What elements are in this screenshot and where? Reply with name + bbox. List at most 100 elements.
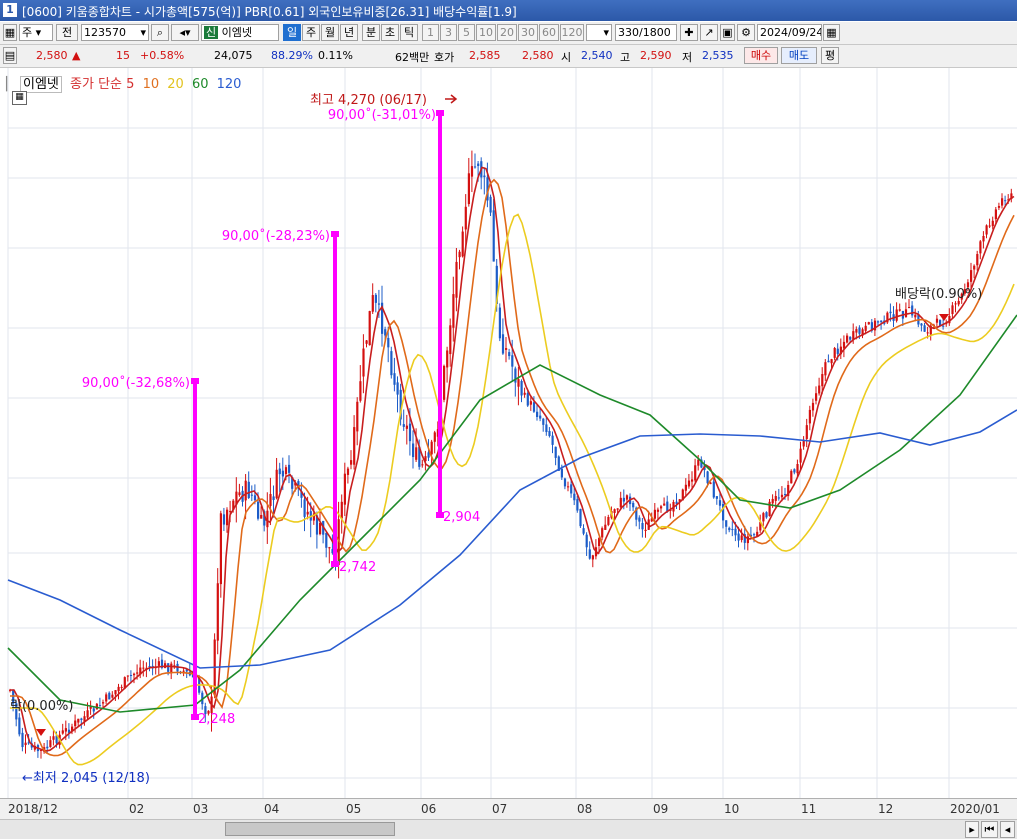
candle-body <box>889 311 892 314</box>
interval-1[interactable]: 1 <box>422 24 439 41</box>
candle-body <box>86 710 89 718</box>
chart-area[interactable]: 90,00˚(-32,68%) 2,248 90,00˚(-28,23%) 2,742… <box>0 68 1017 820</box>
candle-body <box>539 415 542 419</box>
menu-grip-icon[interactable]: ▦ <box>3 24 17 41</box>
interval-5[interactable]: 5 <box>458 24 475 41</box>
gear-icon[interactable]: ⚙ <box>737 24 755 41</box>
zoom-in-icon[interactable]: ✚ <box>680 24 698 41</box>
low-label: 저 <box>682 51 693 64</box>
candle-body <box>21 732 24 748</box>
candle-body <box>523 392 526 395</box>
candle-body <box>238 492 241 496</box>
stock-name-field[interactable]: 신 이엠넷 <box>201 24 279 41</box>
candle-body <box>731 529 734 531</box>
open-label: 시 <box>561 51 572 64</box>
sound-icon[interactable]: ◂▾ <box>171 24 199 41</box>
scroll-right-icon[interactable]: ▸ <box>965 821 979 838</box>
search-icon[interactable]: ⌕ <box>151 24 169 41</box>
candle-body <box>551 435 554 445</box>
period-month[interactable]: 월 <box>321 24 339 41</box>
x-label: 10 <box>724 802 740 816</box>
candle-body <box>319 522 322 535</box>
interval-dropdown[interactable]: ▾ <box>586 24 612 41</box>
candle-body <box>250 494 253 496</box>
open-price: 2,540 <box>581 49 613 62</box>
stock-code-input[interactable]: 123570 ▾ <box>81 24 149 41</box>
candle-body <box>430 441 433 455</box>
interval-20[interactable]: 20 <box>497 24 517 41</box>
candle-body <box>474 166 477 168</box>
period-week[interactable]: 주 <box>302 24 320 41</box>
prev-button[interactable]: 전 <box>56 24 78 41</box>
candle-body <box>607 517 610 525</box>
candle-body <box>46 746 49 749</box>
average-button[interactable]: 평 <box>821 47 839 64</box>
period-day[interactable]: 일 <box>283 24 301 41</box>
candle-body <box>257 501 260 519</box>
candle-body <box>458 251 461 258</box>
candle-body <box>526 393 529 406</box>
interval-60[interactable]: 60 <box>539 24 559 41</box>
toolbar-row-1: ▦ 주 ▾ 전 123570 ▾ ⌕ ◂▾ 신 이엠넷 일 주 월 년 분 초 틱… <box>0 22 1017 45</box>
drop-3-low-label: 2,904 <box>443 510 480 525</box>
x-label: 2020/01 <box>950 802 1000 816</box>
price-chart[interactable]: 90,00˚(-32,68%) 2,248 90,00˚(-28,23%) 2,742… <box>0 68 1017 798</box>
candle-body <box>365 340 368 344</box>
candle-body <box>362 348 365 377</box>
interval-10[interactable]: 10 <box>476 24 496 41</box>
calendar-icon[interactable]: ▦ <box>823 24 840 41</box>
draw-line-icon[interactable]: ↗ <box>700 24 718 41</box>
period-minute[interactable]: 분 <box>362 24 380 41</box>
candle-body <box>325 532 328 548</box>
save-icon[interactable]: ▣ <box>720 24 735 41</box>
chart-scrollbar[interactable]: ▸ ⏮ ◂ <box>0 819 1017 839</box>
count-field[interactable]: 330/1800 <box>615 24 677 41</box>
bid-price: 2,580 <box>522 49 554 62</box>
date-field[interactable]: 2024/09/24 <box>757 24 822 41</box>
scroll-thumb[interactable] <box>225 822 395 836</box>
candle-body <box>796 464 799 474</box>
interval-120[interactable]: 120 <box>560 24 584 41</box>
ma5-line <box>10 166 1015 752</box>
quote-toggle-icon[interactable]: ▤ <box>3 47 17 64</box>
candle-body <box>449 325 452 355</box>
candle-body <box>830 359 833 364</box>
interval-3[interactable]: 3 <box>440 24 457 41</box>
drop-2-low-label: 2,742 <box>339 560 376 575</box>
candle-body <box>591 555 594 560</box>
period-tick[interactable]: 틱 <box>400 24 418 41</box>
candle-body <box>632 502 635 508</box>
candle-body <box>278 468 281 475</box>
candle-body <box>619 497 622 508</box>
sell-button[interactable]: 매도 <box>781 47 817 64</box>
candle-body <box>895 309 898 321</box>
candle-body <box>492 210 495 262</box>
candle-body <box>511 355 514 367</box>
scroll-start-icon[interactable]: ⏮ <box>981 821 998 838</box>
candle-body <box>260 515 263 519</box>
period-second[interactable]: 초 <box>381 24 399 41</box>
scroll-prev-icon[interactable]: ◂ <box>1000 821 1015 838</box>
candle-body <box>393 373 396 385</box>
candle-body <box>92 708 95 712</box>
candle-body <box>328 547 331 549</box>
candle-body <box>157 661 160 666</box>
candle-body <box>985 225 988 235</box>
candle-body <box>715 496 718 499</box>
period-year[interactable]: 년 <box>340 24 358 41</box>
low-price: 2,535 <box>702 49 734 62</box>
buy-button[interactable]: 매수 <box>744 47 778 64</box>
high-arrow-icon <box>445 94 458 104</box>
candle-body <box>951 305 954 315</box>
candle-body <box>697 459 700 466</box>
candle-body <box>253 495 257 501</box>
market-type-select[interactable]: 주 ▾ <box>19 24 53 41</box>
interval-30[interactable]: 30 <box>518 24 538 41</box>
candle-body <box>691 479 694 482</box>
candle-body <box>446 350 449 368</box>
x-axis: 2018/12 02 03 04 05 06 07 08 09 10 11 12… <box>0 798 1017 819</box>
candle-body <box>858 327 861 334</box>
grid-icon[interactable]: ▦ <box>12 91 27 105</box>
candle-body <box>548 430 551 437</box>
candle-body <box>774 496 777 501</box>
